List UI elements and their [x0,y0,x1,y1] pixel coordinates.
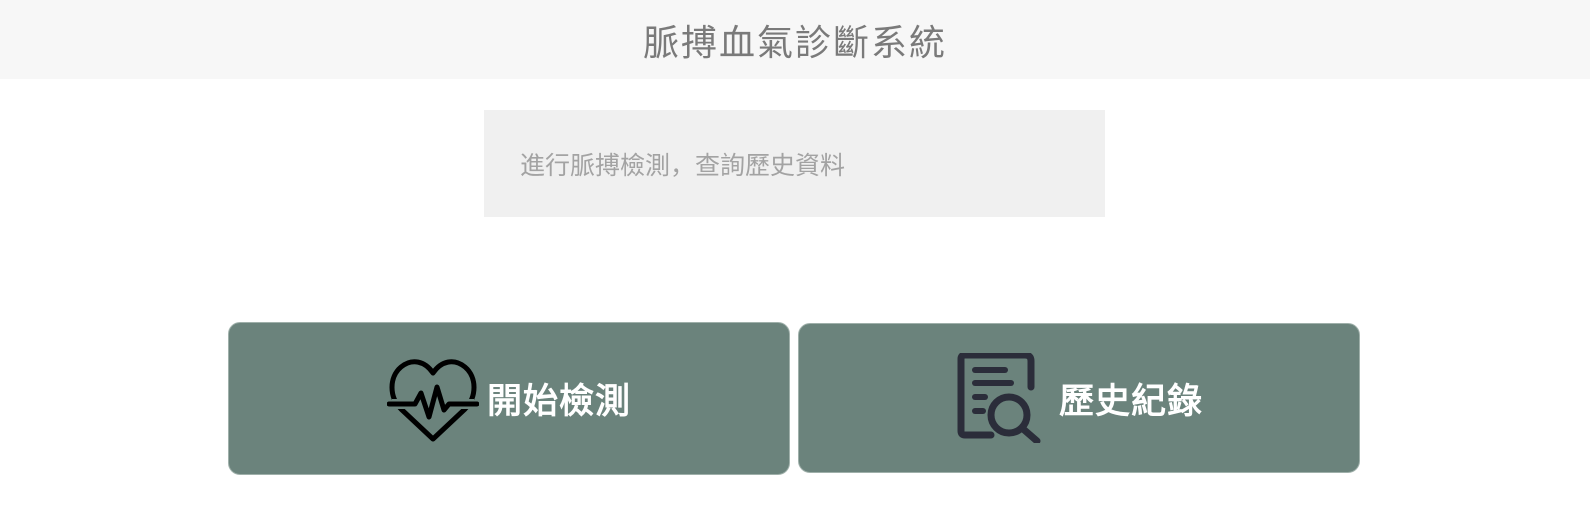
info-text: 進行脈搏檢測，查詢歷史資料 [520,150,846,180]
start-test-button[interactable]: 開始檢測 [228,322,790,475]
heart-pulse-icon [386,355,479,443]
document-search-icon [955,353,1051,443]
history-label: 歷史紀錄 [1058,381,1203,422]
page-title: 脈搏血氣診斷系統 [642,22,947,64]
start-test-label: 開始檢測 [486,382,631,422]
info-banner: 進行脈搏檢測，查詢歷史資料 [484,110,1105,217]
app-header: 脈搏血氣診斷系統 [0,0,1590,79]
history-button[interactable]: 歷史紀錄 [798,323,1360,473]
